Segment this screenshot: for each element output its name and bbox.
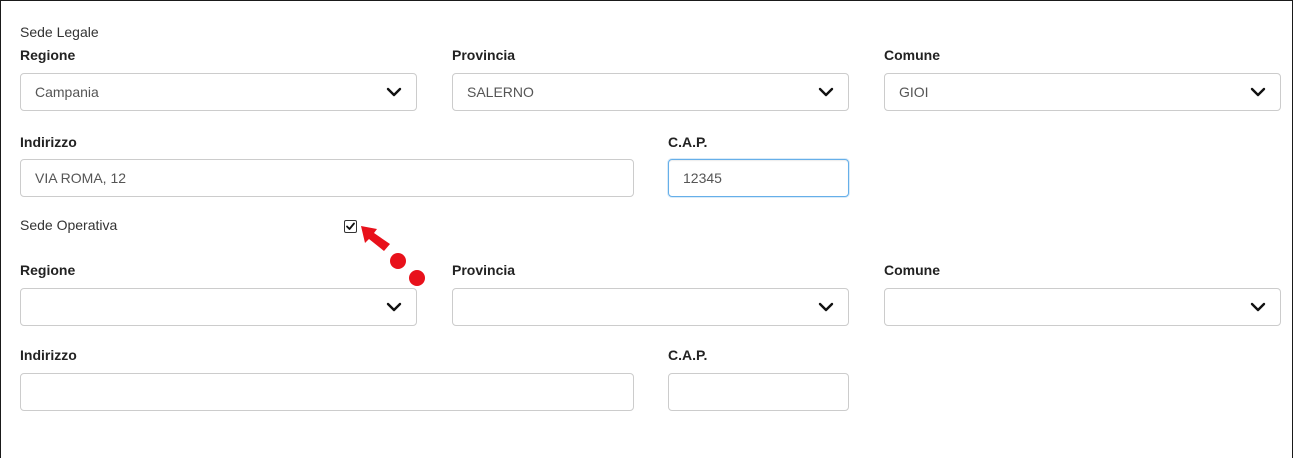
comune-label-2: Comune [884,262,940,278]
indirizzo-label-2: Indirizzo [20,347,77,363]
sede-operativa-provincia-select[interactable] [452,288,849,326]
chevron-down-icon [386,302,402,312]
sede-legale-title: Sede Legale [20,24,99,40]
sede-operativa-regione-select[interactable] [20,288,417,326]
chevron-down-icon [818,87,834,97]
indirizzo-label: Indirizzo [20,134,77,150]
comune-value: GIOI [899,84,929,100]
cap-label: C.A.P. [668,134,708,150]
comune-label: Comune [884,47,940,63]
regione-label-2: Regione [20,262,76,278]
chevron-down-icon [1250,87,1266,97]
sede-operativa-cap-input[interactable] [668,373,849,411]
sede-operativa-title: Sede Operativa [20,217,118,233]
sede-legale-provincia-select[interactable]: SALERNO [452,73,849,111]
regione-label: Regione [20,47,76,63]
sede-operativa-comune-select[interactable] [884,288,1281,326]
annotation-arrow-icon [361,226,425,286]
chevron-down-icon [386,87,402,97]
indirizzo-value: VIA ROMA, 12 [35,170,127,186]
sede-legale-indirizzo-input[interactable]: VIA ROMA, 12 [20,159,634,197]
sede-legale-regione-select[interactable]: Campania [20,73,417,111]
provincia-label: Provincia [452,47,516,63]
provincia-value: SALERNO [467,84,534,100]
cap-label-2: C.A.P. [668,347,708,363]
sede-operativa-indirizzo-input[interactable] [20,373,634,411]
chevron-down-icon [818,302,834,312]
chevron-down-icon [1250,302,1266,312]
cap-value: 12345 [683,170,722,186]
provincia-label-2: Provincia [452,262,516,278]
sede-legale-cap-input[interactable]: 12345 [668,159,849,197]
regione-value: Campania [35,84,99,100]
sede-legale-comune-select[interactable]: GIOI [884,73,1281,111]
